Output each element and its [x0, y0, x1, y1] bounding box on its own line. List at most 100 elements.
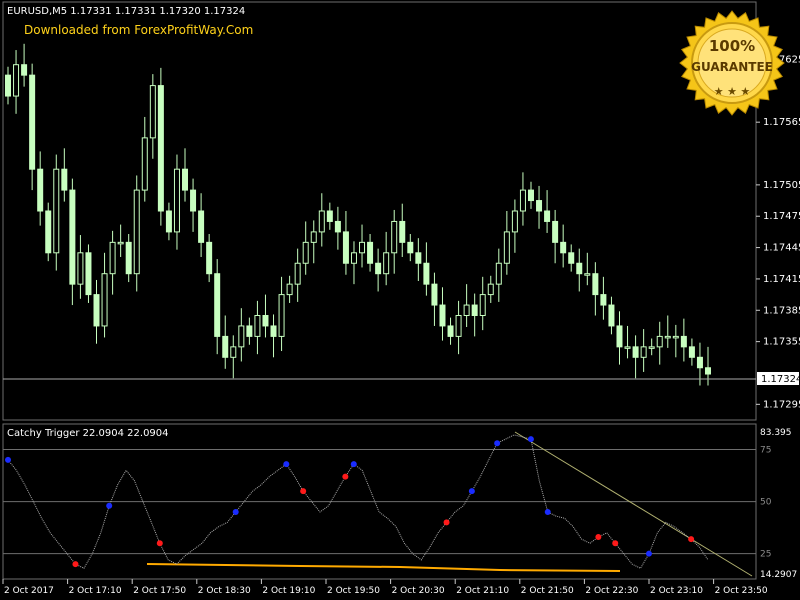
- trend-line: [514, 431, 753, 577]
- candle-body-bear: [568, 252, 575, 264]
- chart-window[interactable]: EURUSD,M5 1.17331 1.17331 1.17320 1.1732…: [0, 0, 800, 600]
- time-tick-label: 2 Oct 18:30: [198, 586, 251, 596]
- time-tick-label: 2 Oct 23:50: [715, 586, 768, 596]
- candle-body-bull: [286, 283, 293, 296]
- time-tick-label: 2 Oct 21:10: [456, 586, 509, 596]
- candle-body-bull: [495, 262, 502, 285]
- candle-body-bull: [53, 168, 60, 254]
- pivot-low-marker: [300, 488, 307, 495]
- price-tick-label: 1.17445: [763, 243, 800, 254]
- candle-body-bear: [680, 335, 687, 348]
- candle-body-bear: [552, 220, 559, 243]
- time-tick-label: 2 Oct 17:50: [133, 586, 186, 596]
- indicator-title: Catchy Trigger 22.0904 22.0904: [7, 428, 169, 439]
- candle-body-bear: [375, 262, 382, 275]
- pivot-high-marker: [544, 509, 551, 516]
- pivot-low-marker: [72, 561, 79, 568]
- candle-body-bear: [21, 64, 28, 76]
- candle-body-bull: [149, 85, 156, 139]
- level-label: 50: [760, 498, 772, 508]
- time-axis[interactable]: 2 Oct 2017 2 Oct 17:10 2 Oct 17:50 2 Oct 18…: [2, 579, 768, 596]
- candle-body-bear: [190, 189, 197, 212]
- candle-body-bull: [254, 315, 261, 337]
- candle-body-bear: [93, 294, 100, 327]
- pivot-low-marker: [342, 473, 349, 480]
- candle-body-bear: [423, 262, 430, 285]
- candle-body-bear: [85, 252, 92, 296]
- candle-body-bull: [77, 252, 84, 285]
- candle-body-bull: [310, 231, 317, 243]
- candle-body-bull: [230, 346, 237, 358]
- candle-body-bull: [479, 294, 486, 317]
- support-line: [146, 563, 621, 572]
- candle-body-bear: [45, 210, 52, 254]
- main-chart-panel[interactable]: EURUSD,M5 1.17331 1.17331 1.17320 1.1732…: [2, 1, 757, 421]
- pivot-high-marker: [350, 461, 357, 468]
- pivot-high-marker: [645, 550, 652, 557]
- candle-body-bull: [141, 137, 148, 191]
- indicator-panel[interactable]: 75 50 25 Catchy Trigger 22.0904 22.0904 83…: [2, 423, 797, 580]
- candle-body-bull: [511, 210, 518, 233]
- current-price-tag: 1.17324: [757, 372, 800, 385]
- candle-body-bear: [560, 241, 567, 254]
- guarantee-badge: 100% GUARANTEE ★ ★ ★: [679, 10, 785, 116]
- candle-body-bull: [238, 325, 245, 348]
- candle-body-bull: [101, 273, 108, 327]
- price-tick-label: 1.17295: [763, 399, 800, 410]
- candle-body-bull: [109, 241, 116, 275]
- candle-body-bear: [399, 220, 406, 243]
- time-tick-label: 2 Oct 21:50: [521, 586, 574, 596]
- candle-body-bear: [5, 74, 11, 97]
- candle-body-bear: [616, 325, 623, 348]
- pivot-high-marker: [283, 461, 290, 468]
- watermark-text: Downloaded from ForexProfitWay.Com: [24, 23, 253, 37]
- candle-body-bear: [206, 241, 213, 275]
- candle-body-bear: [165, 210, 172, 233]
- pivot-low-marker: [612, 540, 619, 547]
- candle-body-bear: [544, 210, 551, 222]
- price-tick-label: 1.17505: [763, 180, 800, 191]
- candle-body-bear: [270, 325, 277, 337]
- badge-line1: 100%: [709, 37, 755, 55]
- candle-body-bear: [439, 304, 446, 327]
- badge-stars-icon: ★ ★ ★: [714, 85, 751, 98]
- level-label: 25: [760, 550, 771, 560]
- time-tick-label: 2 Oct 19:50: [327, 586, 380, 596]
- candle-body-bull: [133, 189, 140, 275]
- current-price-text: 1.17324: [761, 374, 800, 385]
- candle-body-bull: [584, 273, 591, 276]
- candle-body-bull: [503, 231, 510, 264]
- candle-body-bull: [519, 189, 526, 212]
- candle-body-bear: [342, 231, 349, 264]
- candle-body-bull: [359, 241, 366, 254]
- candle-body-bull: [302, 241, 309, 264]
- price-tick-label: 1.17475: [763, 211, 800, 222]
- pivot-low-marker: [156, 540, 163, 547]
- pivot-high-marker: [494, 440, 501, 447]
- pivot-low-marker: [443, 519, 450, 526]
- time-tick-label: 2 Oct 17:10: [69, 586, 122, 596]
- candle-body-bull: [664, 335, 671, 339]
- candle-body-bull: [463, 304, 470, 316]
- candle-body-bear: [576, 262, 583, 275]
- candle-body-bear: [415, 252, 422, 264]
- candle-body-bear: [447, 325, 454, 337]
- price-axis[interactable]: 1.176251.175651.175051.174751.174451.174…: [756, 54, 800, 410]
- candle-body-bear: [182, 168, 189, 191]
- candle-body-bear: [536, 200, 543, 212]
- indicator-max-label: 83.395: [760, 428, 792, 438]
- time-tick-label: 2 Oct 22:30: [585, 586, 638, 596]
- candle-body-bear: [527, 189, 534, 202]
- candle-body-bull: [672, 335, 679, 339]
- candle-body-bear: [608, 304, 615, 327]
- pivot-high-marker: [106, 502, 113, 509]
- candle-body-bull: [640, 346, 647, 358]
- oscillator-levels: 75 50 25: [3, 445, 772, 560]
- candle-body-bear: [471, 304, 478, 316]
- candle-body-bear: [688, 346, 695, 358]
- pivot-high-marker: [5, 456, 11, 463]
- candle-body-bear: [407, 241, 414, 254]
- candle-body-bear: [592, 273, 599, 296]
- candle-body-bear: [705, 367, 711, 375]
- candle-body-bear: [214, 273, 221, 337]
